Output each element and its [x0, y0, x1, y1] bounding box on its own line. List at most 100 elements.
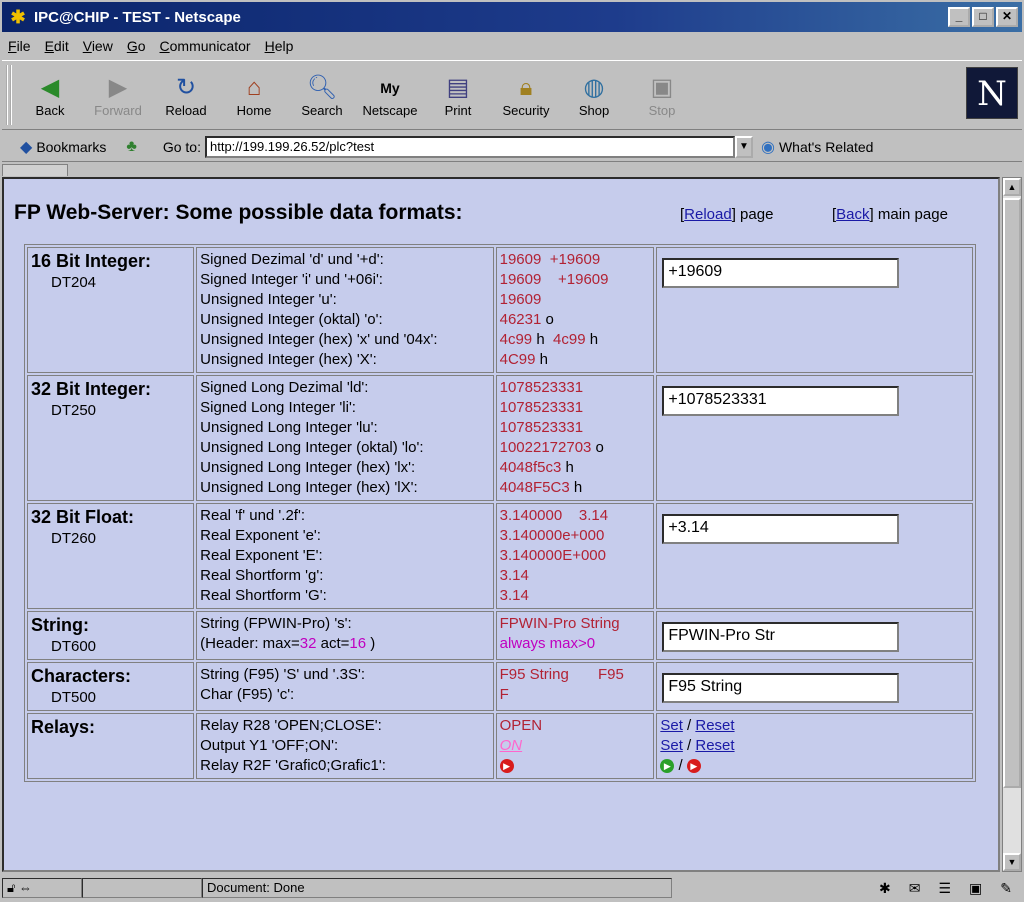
output-controls: Set / Reset: [660, 737, 735, 754]
netscape-button[interactable]: My Netscape: [360, 73, 420, 118]
page-header: FP Web-Server: Some possible data format…: [14, 201, 994, 231]
reload-button[interactable]: ↻ Reload: [156, 73, 216, 118]
reload-page-link[interactable]: Reload: [684, 206, 732, 223]
value-line: ▶: [499, 756, 651, 776]
output-set-link[interactable]: Set: [660, 737, 683, 754]
status-text: Document: Done: [202, 878, 672, 898]
lock-icon: 🔒︎: [519, 73, 533, 101]
section-title: Relays:: [31, 717, 96, 737]
shop-button[interactable]: ◍ Shop: [564, 73, 624, 118]
input-cell: Set / Reset Set / Reset ▶ / ▶: [656, 713, 973, 779]
format-description-cell: String (F95) 'S' und '.3S': Char (F95) '…: [196, 662, 494, 711]
security-status-icon[interactable]: 🔓︎ ⇔: [2, 878, 82, 898]
value-line: 19609 +19609: [499, 271, 609, 288]
value-line: 4C99 h: [499, 351, 548, 368]
browser-window: ✱ IPC@CHIP - TEST - Netscape _ □ ✕ File …: [0, 0, 1024, 902]
menu-file[interactable]: File: [8, 38, 31, 54]
table-row: 16 Bit Integer: DT204 Signed Dezimal 'd'…: [27, 247, 973, 373]
back-button[interactable]: ◀ Back: [20, 73, 80, 118]
scroll-thumb[interactable]: [1003, 198, 1021, 788]
value-cell: OPEN ON ▶: [495, 713, 655, 779]
value-line: F95 String F95: [499, 666, 624, 683]
newsgroups-icon[interactable]: ☰: [938, 880, 951, 897]
stop-icon: ▣: [650, 73, 674, 101]
menu-help[interactable]: Help: [265, 38, 294, 54]
mail-icon[interactable]: ✉: [909, 880, 921, 897]
string-value-field[interactable]: FPWIN-Pro Str: [662, 622, 900, 652]
home-button[interactable]: ⌂ Home: [224, 73, 284, 118]
status-bar: 🔓︎ ⇔ Document: Done ✱ ✉ ☰ ▣ ✎: [2, 876, 1022, 900]
float-value-field[interactable]: +3.14: [662, 514, 900, 544]
search-button[interactable]: 🔍︎ Search: [292, 73, 352, 118]
composer-icon[interactable]: ✎: [1000, 880, 1012, 897]
toolbar-grip[interactable]: [6, 65, 12, 125]
int16-value-field[interactable]: +19609: [662, 258, 900, 288]
output-reset-link[interactable]: Reset: [695, 737, 734, 754]
print-icon: ▤: [446, 73, 470, 101]
maximize-button[interactable]: □: [972, 7, 994, 27]
print-button[interactable]: ▤ Print: [428, 73, 488, 118]
goto-label: Go to:: [162, 138, 201, 155]
red-play-icon[interactable]: ▶: [686, 759, 701, 774]
address-book-icon[interactable]: ▣: [969, 880, 982, 897]
minimize-button[interactable]: _: [948, 7, 970, 27]
grafic-controls: ▶ / ▶: [660, 756, 969, 776]
bookmarks-icon: ◆: [20, 138, 33, 156]
menu-go[interactable]: Go: [127, 38, 146, 54]
netscape-logo[interactable]: N: [966, 67, 1018, 119]
input-cell: +3.14: [656, 503, 973, 609]
value-line: 3.140000e+000: [499, 527, 605, 544]
value-cell: 19609 +19609 19609 +19609 19609 46231 o …: [495, 247, 655, 373]
relay-reset-link[interactable]: Reset: [695, 717, 734, 734]
menu-communicator[interactable]: Communicator: [160, 38, 251, 54]
section-title: String:: [31, 615, 89, 635]
value-cell: F95 String F95 F: [495, 662, 655, 711]
collapsed-toolbar-tab[interactable]: [2, 164, 68, 176]
section-title: 16 Bit Integer:: [31, 251, 152, 271]
value-line: 3.14: [499, 587, 529, 604]
table-row: Characters: DT500 String (F95) 'S' und '…: [27, 662, 973, 711]
page-proxy-icon[interactable]: ♣: [126, 138, 137, 156]
menu-edit[interactable]: Edit: [45, 38, 69, 54]
section-name-cell: 16 Bit Integer: DT204: [27, 247, 195, 373]
navigator-icon[interactable]: ✱: [879, 880, 891, 897]
scroll-up-button[interactable]: ▲: [1003, 178, 1021, 196]
stop-button[interactable]: ▣ Stop: [632, 73, 692, 118]
value-line: 4048F5C3 h: [499, 479, 583, 496]
output-status-link[interactable]: ON: [500, 737, 523, 754]
value-cell: FPWIN-Pro String always max>0: [495, 611, 655, 660]
back-main-page-link-group: [Back] main page: [832, 206, 948, 223]
green-play-icon[interactable]: ▶: [660, 759, 675, 774]
security-button[interactable]: 🔒︎ Security: [496, 73, 556, 118]
back-arrow-icon: ◀: [40, 73, 60, 101]
url-input[interactable]: http://199.199.26.52/plc?test: [204, 135, 735, 158]
bookmarks-button[interactable]: Bookmarks: [36, 139, 106, 155]
value-line: 1078523331: [499, 399, 584, 416]
url-dropdown-button[interactable]: ▼: [734, 135, 753, 158]
close-button[interactable]: ✕: [996, 7, 1018, 27]
title-bar: ✱ IPC@CHIP - TEST - Netscape _ □ ✕: [2, 2, 1022, 32]
value-line: 46231 o: [499, 311, 554, 328]
format-description-cell: Relay R28 'OPEN;CLOSE': Output Y1 'OFF;O…: [196, 713, 494, 779]
forward-arrow-icon: ▶: [108, 73, 128, 101]
value-line: 10022172703 o: [499, 439, 604, 456]
back-main-page-link[interactable]: Back: [836, 206, 869, 223]
relay-set-link[interactable]: Set: [660, 717, 683, 734]
table-row: Relays: Relay R28 'OPEN;CLOSE': Output Y…: [27, 713, 973, 779]
value-line: 4c99 h 4c99 h: [499, 331, 599, 348]
int32-value-field[interactable]: +1078523331: [662, 386, 900, 416]
table-row: String: DT600 String (FPWIN-Pro) 's': (H…: [27, 611, 973, 660]
header-line: (Header: max=32 act=16 ): [200, 635, 376, 652]
reload-icon: ↻: [175, 73, 197, 101]
relay-status: OPEN: [499, 717, 543, 734]
netscape-icon: My: [380, 79, 400, 96]
char-value-field[interactable]: F95 String: [662, 673, 900, 703]
vertical-scrollbar[interactable]: ▲ ▼: [1002, 177, 1022, 872]
whats-related-button[interactable]: What's Related: [779, 139, 874, 155]
section-title: 32 Bit Float:: [31, 507, 135, 527]
page-content: FP Web-Server: Some possible data format…: [2, 177, 1000, 872]
scroll-down-button[interactable]: ▼: [1003, 853, 1021, 871]
menu-view[interactable]: View: [83, 38, 113, 54]
value-line: 1078523331: [499, 379, 584, 396]
forward-button[interactable]: ▶ Forward: [88, 73, 148, 118]
